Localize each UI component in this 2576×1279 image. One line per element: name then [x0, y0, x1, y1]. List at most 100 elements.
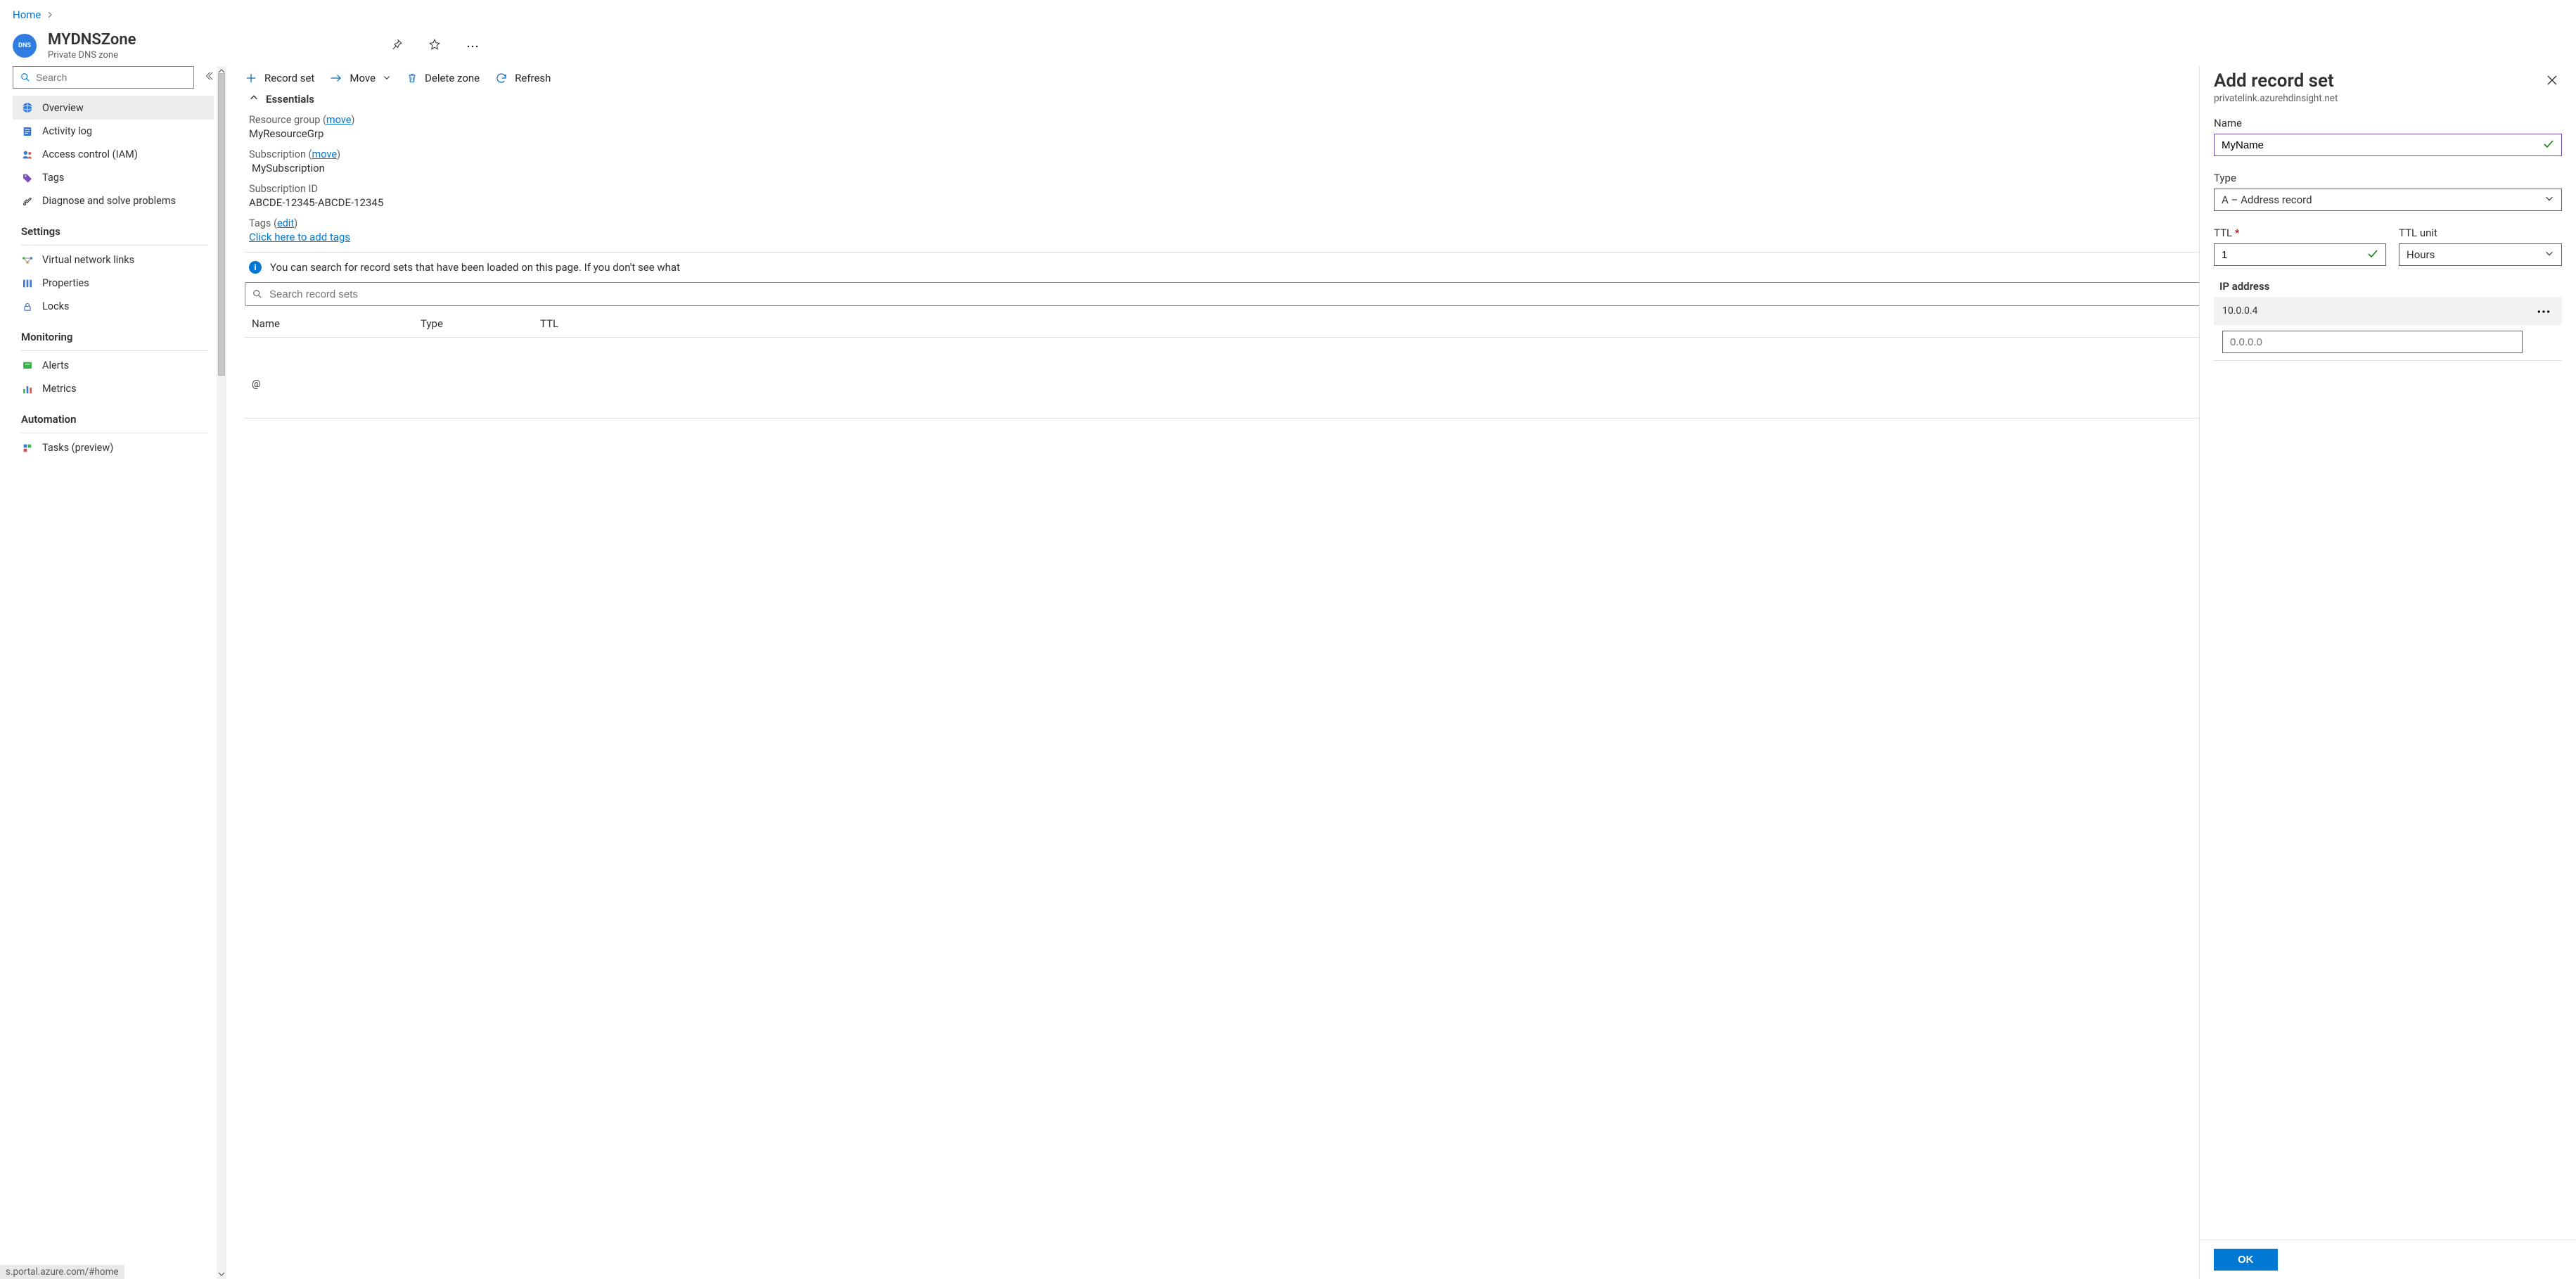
chevron-up-icon — [249, 93, 259, 106]
sidebar-item-label: Overview — [42, 102, 84, 114]
name-input-wrap[interactable] — [2214, 134, 2562, 156]
move-button[interactable]: Move — [330, 72, 391, 84]
close-blade-button[interactable] — [2542, 70, 2562, 93]
tags-add-link[interactable]: Click here to add tags — [249, 231, 350, 243]
dns-zone-badge-icon: DNS — [13, 34, 37, 58]
access-control-icon — [21, 149, 34, 160]
sidebar-item-label: Virtual network links — [42, 254, 134, 266]
ttl-input[interactable] — [2222, 247, 2362, 262]
favorite-button[interactable] — [421, 34, 448, 58]
page-header: DNS MYDNSZone Private DNS zone — [0, 24, 2576, 66]
ok-button[interactable]: OK — [2214, 1249, 2278, 1271]
sidebar-scrollbar[interactable] — [217, 66, 226, 1279]
sidebar-item-label: Diagnose and solve problems — [42, 195, 176, 207]
breadcrumb-home-link[interactable]: Home — [13, 8, 41, 21]
sidebar-item-label: Access control (IAM) — [42, 148, 138, 160]
sidebar-item-alerts[interactable]: Alerts — [13, 354, 214, 377]
cell-name: @ — [252, 378, 421, 390]
status-bar-url: s.portal.azure.com/#home — [0, 1265, 124, 1279]
scroll-down-icon[interactable] — [217, 1269, 226, 1279]
ttl-input-wrap[interactable] — [2214, 243, 2386, 266]
activity-log-icon — [21, 126, 34, 137]
sidebar-search-input[interactable] — [36, 72, 186, 83]
ttl-label: TTL — [2214, 227, 2386, 239]
metrics-icon — [21, 383, 34, 395]
chevron-down-icon — [2544, 193, 2554, 206]
properties-icon — [21, 278, 34, 289]
sidebar: Overview Activity log Access control (IA… — [0, 66, 217, 1279]
blade-footer: OK — [2200, 1240, 2576, 1279]
col-name[interactable]: Name — [245, 310, 414, 337]
sidebar-item-label: Tags — [42, 172, 64, 184]
divider — [21, 350, 208, 351]
sidebar-item-access-control[interactable]: Access control (IAM) — [13, 143, 214, 166]
ip-input[interactable] — [2230, 334, 2515, 350]
sidebar-item-activity-log[interactable]: Activity log — [13, 120, 214, 143]
sidebar-item-diagnose[interactable]: Diagnose and solve problems — [13, 189, 214, 212]
name-label: Name — [2214, 117, 2562, 129]
collapse-sidebar-button[interactable] — [201, 68, 217, 87]
lock-icon — [21, 301, 34, 312]
tags-icon — [21, 172, 34, 184]
sidebar-item-label: Locks — [42, 300, 70, 312]
name-input[interactable] — [2222, 137, 2537, 153]
type-select[interactable]: A – Address record — [2214, 189, 2562, 211]
chevron-down-icon — [2544, 248, 2554, 261]
scroll-thumb[interactable] — [218, 73, 225, 376]
resource-group-move-link[interactable]: move — [326, 114, 352, 126]
sidebar-item-vnet-links[interactable]: Virtual network links — [13, 248, 214, 272]
tasks-icon — [21, 443, 34, 454]
subscription-move-link[interactable]: move — [312, 148, 338, 160]
page-subtitle: Private DNS zone — [48, 50, 136, 61]
blade-subtitle: privatelink.azurehdinsight.net — [2214, 93, 2542, 104]
tool-label: Move — [350, 72, 376, 84]
k-label: Tags ( — [249, 217, 277, 229]
ip-value: 10.0.0.4 — [2222, 305, 2528, 317]
sidebar-item-locks[interactable]: Locks — [13, 295, 214, 318]
search-icon — [252, 289, 262, 299]
delete-zone-button[interactable]: Delete zone — [406, 72, 480, 84]
chevron-down-icon — [383, 72, 391, 84]
tool-label: Delete zone — [425, 72, 480, 84]
more-actions-button[interactable] — [459, 36, 486, 56]
ip-row-more-button[interactable] — [2534, 304, 2553, 318]
chevron-right-icon — [46, 8, 53, 21]
ttl-unit-label: TTL unit — [2399, 227, 2562, 239]
sidebar-item-label: Tasks (preview) — [42, 442, 113, 454]
info-icon: i — [249, 261, 262, 274]
sidebar-item-metrics[interactable]: Metrics — [13, 377, 214, 400]
search-icon — [20, 72, 30, 82]
tool-label: Record set — [264, 72, 314, 84]
type-label: Type — [2214, 172, 2562, 184]
ip-input-wrap[interactable] — [2222, 331, 2523, 353]
ip-address-new-row — [2214, 325, 2562, 361]
info-text: You can search for record sets that have… — [270, 261, 680, 274]
tags-edit-link[interactable]: edit — [277, 217, 294, 229]
ttl-unit-select[interactable]: Hours — [2399, 243, 2562, 266]
breadcrumb: Home — [0, 0, 2576, 24]
sidebar-group-settings: Settings — [13, 212, 217, 242]
add-record-set-blade: Add record set privatelink.azurehdinsigh… — [2199, 66, 2576, 1279]
sidebar-item-properties[interactable]: Properties — [13, 272, 214, 295]
sidebar-item-overview[interactable]: Overview — [13, 96, 214, 120]
sidebar-item-label: Alerts — [42, 359, 69, 371]
sidebar-item-tags[interactable]: Tags — [13, 166, 214, 189]
sidebar-item-tasks[interactable]: Tasks (preview) — [13, 436, 214, 459]
add-record-set-button[interactable]: Record set — [245, 72, 314, 84]
col-ttl[interactable]: TTL — [533, 310, 653, 337]
k-label: Resource group ( — [249, 114, 326, 126]
sidebar-search[interactable] — [13, 66, 194, 89]
sidebar-item-label: Metrics — [42, 383, 77, 395]
page-title: MYDNSZone — [48, 31, 136, 49]
pin-button[interactable] — [383, 34, 410, 58]
col-type[interactable]: Type — [414, 310, 533, 337]
check-icon — [2367, 248, 2378, 262]
divider — [21, 245, 208, 246]
ip-address-row[interactable]: 10.0.0.4 — [2214, 297, 2562, 325]
tool-label: Refresh — [515, 72, 551, 84]
diagnose-icon — [21, 196, 34, 207]
refresh-button[interactable]: Refresh — [495, 72, 551, 84]
overview-icon — [21, 101, 34, 114]
essentials-label: Essentials — [266, 93, 314, 106]
ip-address-label: IP address — [2219, 280, 2562, 293]
